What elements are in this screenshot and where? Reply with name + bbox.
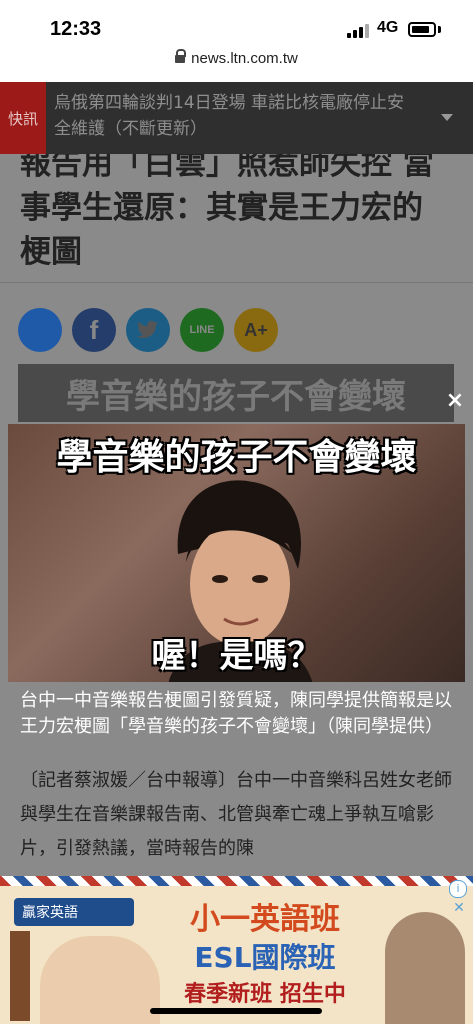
ad-tagline: 春季新班 招生中 <box>184 982 346 1007</box>
battery-icon <box>408 22 436 37</box>
ad-close-icon[interactable]: ✕ <box>451 900 467 916</box>
clock: 12:33 <box>50 18 102 40</box>
status-bar: 12:33 4G news.ltn.com.tw <box>0 0 473 82</box>
breaking-text[interactable]: 烏俄第四輪談判14日登場 車諾比核電廠停止安全維護（不斷更新） <box>54 90 414 142</box>
twitter-icon[interactable] <box>126 308 170 352</box>
font-size-icon[interactable]: A+ <box>234 308 278 352</box>
background-image-banner: 學音樂的孩子不會變壞 <box>18 364 454 422</box>
line-icon[interactable]: LINE <box>180 308 224 352</box>
image-caption: 台中一中音樂報告梗圖引發質疑，陳同學提供簡報是以王力宏梗圖「學音樂的孩子不會變壞… <box>20 690 452 737</box>
article-headline: 報告用「白雲」照惹師失控 當事學生還原：其實是王力宏的梗圖 <box>20 146 434 270</box>
breaking-news-bar[interactable]: 快訊 烏俄第四輪談判14日登場 車諾比核電廠停止安全維護（不斷更新） <box>0 82 473 154</box>
image-top-caption: 學音樂的孩子不會變壞 <box>56 437 417 478</box>
children-image <box>40 936 160 1024</box>
share-icon[interactable] <box>18 308 62 352</box>
ad-headline: 小一英語班 <box>190 902 340 937</box>
ad-subheadline: ESL國際班 <box>194 941 336 974</box>
enlarged-image[interactable]: 學音樂的孩子不會變壞 喔！是嗎？ <box>8 424 465 682</box>
close-icon[interactable]: × <box>444 390 466 412</box>
advertisement-banner[interactable]: 贏家英語 小一英語班 ESL國際班 春季新班 招生中 i ✕ <box>0 876 473 1024</box>
article-body: 〔記者蔡淑媛／台中報導〕台中一中音樂科呂姓女老師與學生在音樂課報告南、北管與牽亡… <box>20 770 452 859</box>
address-bar[interactable]: news.ltn.com.tw <box>0 49 473 67</box>
network-type: 4G <box>377 19 399 36</box>
url-text: news.ltn.com.tw <box>191 50 298 67</box>
home-indicator[interactable] <box>150 1008 322 1014</box>
chevron-down-icon[interactable] <box>441 114 453 121</box>
tower-image <box>10 931 30 1021</box>
ad-logo: 贏家英語 <box>14 898 134 926</box>
signal-icon <box>347 24 369 38</box>
image-bottom-caption: 喔！是嗎？ <box>151 636 322 676</box>
teacher-image <box>385 912 465 1024</box>
ad-info-icon[interactable]: i <box>449 880 467 898</box>
ad-border <box>0 876 473 886</box>
battery-tip <box>438 26 441 33</box>
lock-icon <box>175 49 187 63</box>
facebook-icon[interactable]: f <box>72 308 116 352</box>
divider <box>0 282 473 283</box>
breaking-label: 快訊 <box>0 82 46 154</box>
